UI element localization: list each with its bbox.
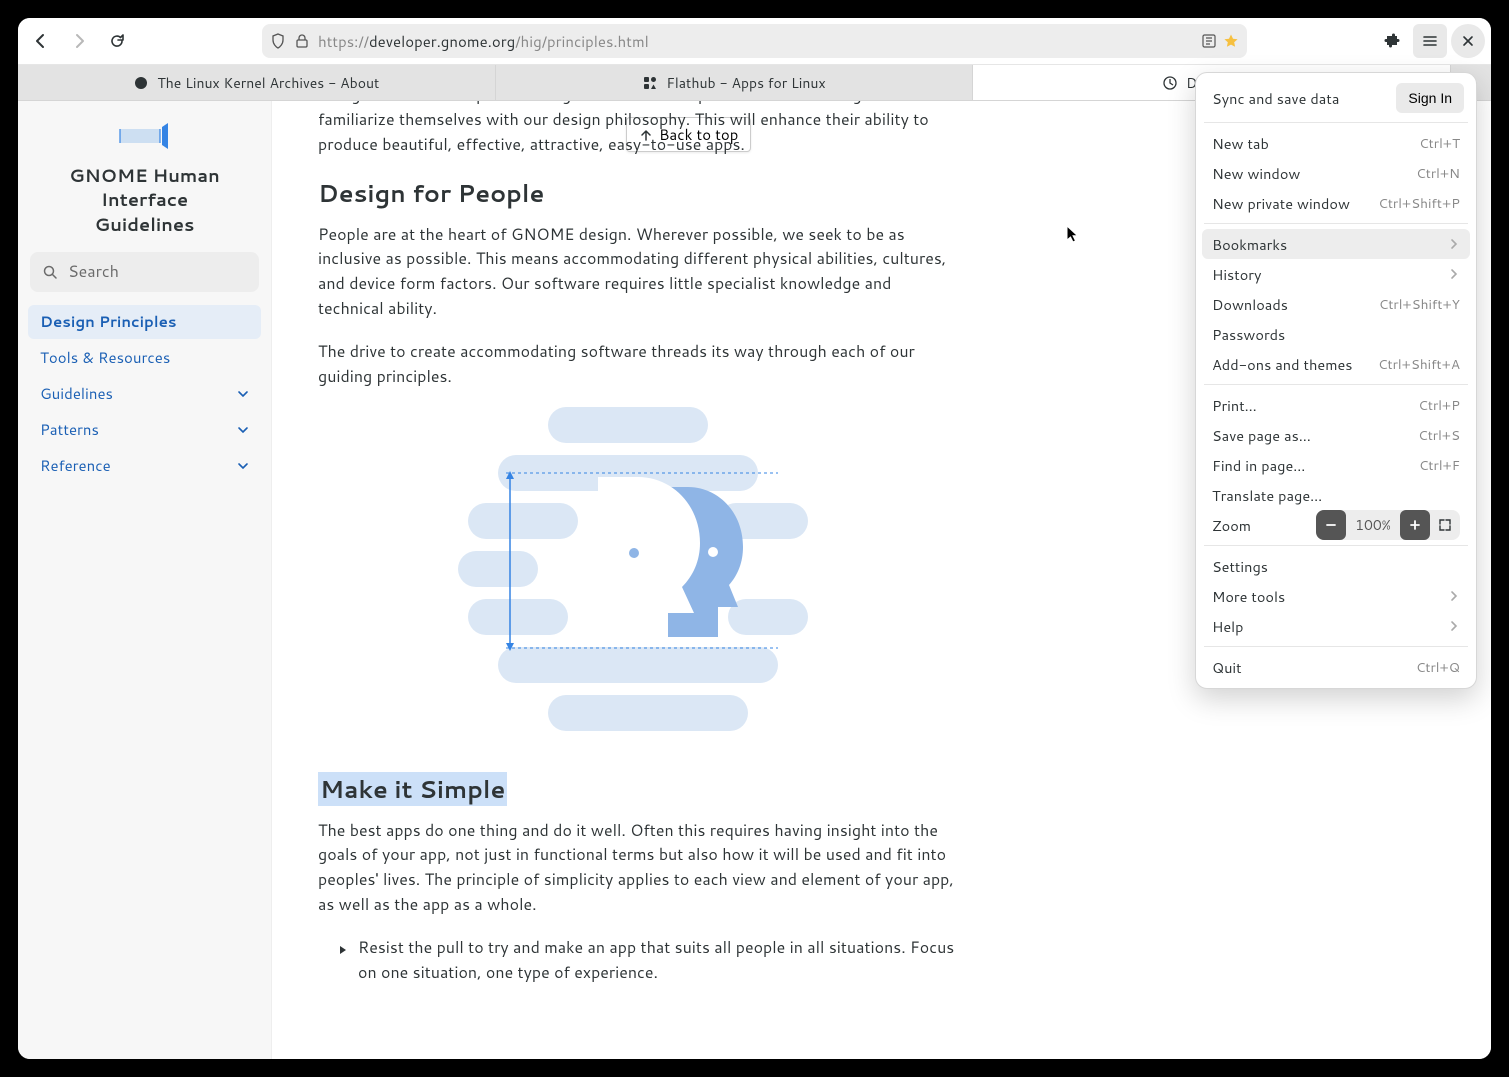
hamburger-menu-button[interactable]	[1413, 24, 1447, 58]
hamburger-icon	[1422, 33, 1438, 49]
site-title: GNOME Human InterfaceGuidelines	[26, 163, 263, 252]
menu-item-print[interactable]: Print…Ctrl+P	[1202, 390, 1470, 420]
menu-item-find-in-page[interactable]: Find in page…Ctrl+F	[1202, 450, 1470, 480]
lock-icon	[294, 33, 310, 49]
nav-guidelines[interactable]: Guidelines	[28, 377, 261, 411]
chevron-right-icon	[71, 33, 87, 49]
menu-item-more-tools[interactable]: More tools	[1202, 581, 1470, 611]
search-icon	[42, 264, 58, 280]
url-text: https://developer.gnome.org/hig/principl…	[318, 31, 649, 52]
forward-button[interactable]	[62, 24, 96, 58]
tab-label: The Linux Kernel Archives - About	[157, 73, 379, 93]
sign-in-button[interactable]: Sign In	[1396, 83, 1464, 113]
back-button[interactable]	[24, 24, 58, 58]
menu-item-passwords[interactable]: Passwords	[1202, 319, 1470, 349]
nav-design-principles[interactable]: Design Principles	[28, 305, 261, 339]
menu-item-history[interactable]: History	[1202, 259, 1470, 289]
menu-item-help[interactable]: Help	[1202, 611, 1470, 641]
chevron-right-icon	[1448, 234, 1460, 255]
tab-label: Flathub - Apps for Linux	[666, 73, 825, 93]
reload-icon	[109, 33, 125, 49]
bullet-item: Resist the pull to try and make an app t…	[318, 936, 958, 986]
chevron-down-icon	[237, 424, 249, 436]
menu-item-add-ons-and-themes[interactable]: Add-ons and themesCtrl+Shift+A	[1202, 349, 1470, 379]
bullet-chevron-icon	[338, 938, 348, 986]
chevron-down-icon	[237, 460, 249, 472]
paragraph: The drive to create accommodating softwa…	[318, 340, 958, 390]
shield-icon	[270, 33, 286, 49]
heading-make-it-simple: Make it Simple	[318, 771, 958, 808]
zoom-out-button[interactable]	[1316, 510, 1346, 540]
bookmark-star-icon[interactable]	[1223, 33, 1239, 49]
menu-item-new-tab[interactable]: New tabCtrl+T	[1202, 128, 1470, 158]
app-menu-popover: Sync and save data Sign In New tabCtrl+T…	[1195, 72, 1477, 689]
tab-1[interactable]: Flathub - Apps for Linux	[496, 65, 974, 100]
chevron-right-icon	[1448, 586, 1460, 607]
plus-icon	[1409, 519, 1421, 531]
search-placeholder: Search	[68, 260, 119, 283]
zoom-in-button[interactable]	[1400, 510, 1430, 540]
fullscreen-icon	[1438, 518, 1452, 532]
zoom-fullscreen-button[interactable]	[1430, 510, 1460, 540]
browser-toolbar: https://developer.gnome.org/hig/principl…	[18, 18, 1491, 65]
extensions-button[interactable]	[1375, 24, 1409, 58]
menu-item-quit[interactable]: Quit Ctrl+Q	[1202, 652, 1470, 682]
menu-sync-row: Sync and save data Sign In	[1202, 79, 1470, 117]
menu-item-new-private-window[interactable]: New private windowCtrl+Shift+P	[1202, 188, 1470, 218]
paragraph: The best apps do one thing and do it wel…	[318, 819, 958, 918]
heading-design-for-people: Design for People	[318, 175, 958, 212]
gnome-doc-icon	[1162, 75, 1178, 91]
reload-button[interactable]	[100, 24, 134, 58]
reader-mode-icon[interactable]	[1201, 33, 1217, 49]
doc-sidebar: GNOME Human InterfaceGuidelines Search D…	[18, 101, 272, 1059]
flathub-icon	[642, 75, 658, 91]
intro-paragraph: Designers and developers building for th…	[318, 101, 958, 157]
menu-sync-label: Sync and save data	[1212, 88, 1339, 109]
illustration-people	[468, 407, 808, 747]
window-close-button[interactable]	[1451, 24, 1485, 58]
close-icon	[1460, 33, 1476, 49]
chevron-right-icon	[1448, 264, 1460, 285]
menu-item-new-window[interactable]: New windowCtrl+N	[1202, 158, 1470, 188]
menu-item-save-page-as[interactable]: Save page as…Ctrl+S	[1202, 420, 1470, 450]
chevron-right-icon	[1448, 616, 1460, 637]
puzzle-icon	[1384, 33, 1400, 49]
menu-zoom-row: Zoom 100%	[1202, 510, 1470, 540]
chevron-down-icon	[237, 388, 249, 400]
chevron-left-icon	[33, 33, 49, 49]
doc-nav: Design Principles Tools & Resources Guid…	[26, 304, 263, 484]
menu-item-bookmarks[interactable]: Bookmarks	[1202, 229, 1470, 259]
zoom-value: 100%	[1346, 515, 1400, 535]
nav-tools-resources[interactable]: Tools & Resources	[28, 341, 261, 375]
paragraph: People are at the heart of GNOME design.…	[318, 223, 958, 322]
menu-item-settings[interactable]: Settings	[1202, 551, 1470, 581]
menu-item-downloads[interactable]: DownloadsCtrl+Shift+Y	[1202, 289, 1470, 319]
nav-reference[interactable]: Reference	[28, 449, 261, 483]
url-bar[interactable]: https://developer.gnome.org/hig/principl…	[262, 24, 1247, 58]
menu-item-translate-page[interactable]: Translate page…	[1202, 480, 1470, 510]
doc-search[interactable]: Search	[30, 252, 259, 292]
nav-patterns[interactable]: Patterns	[28, 413, 261, 447]
site-logo	[26, 113, 263, 163]
tux-icon	[133, 75, 149, 91]
tab-0[interactable]: The Linux Kernel Archives - About	[18, 65, 496, 100]
minus-icon	[1325, 519, 1337, 531]
